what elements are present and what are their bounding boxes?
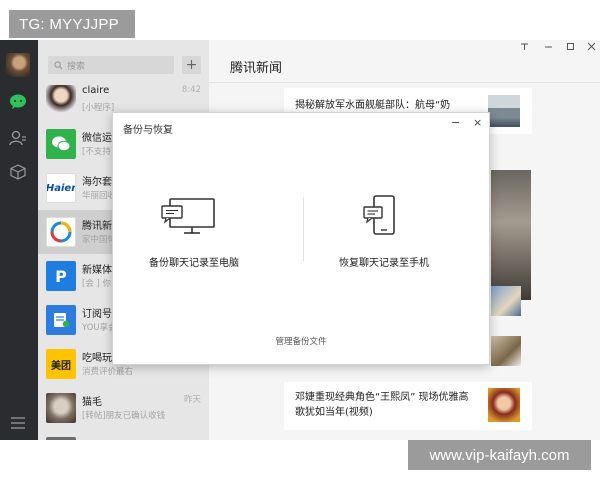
news-card[interactable]: 邓婕重现经典角色“王熙凤” 现场优雅高歌犹如当年(视频) xyxy=(284,382,532,430)
menu-icon[interactable] xyxy=(8,413,28,433)
new-media-avatar: P xyxy=(46,261,76,291)
chat-preview: 消费评价最右 xyxy=(82,367,134,377)
meituan-logo: 美团 xyxy=(46,349,76,379)
add-chat-button[interactable]: + xyxy=(182,56,201,74)
conversation-title: 腾讯新闻 xyxy=(230,61,283,76)
left-nav-bar xyxy=(0,40,38,440)
chat-preview: [转帖]朋友已确认收钱 xyxy=(82,411,166,421)
avatar xyxy=(46,437,76,440)
search-input[interactable]: 搜索 xyxy=(48,56,174,74)
manage-backup-files-link[interactable]: 管理备份文件 xyxy=(113,335,489,347)
minimize-icon[interactable] xyxy=(541,42,555,54)
chat-time: 8:42 xyxy=(181,85,201,95)
contacts-icon[interactable] xyxy=(8,128,28,148)
news-title: 邓婕重现经典角色“王熙凤” 现场优雅高歌犹如当年(视频) xyxy=(295,392,469,418)
news-thumbnail xyxy=(488,95,520,127)
chat-item-cat[interactable]: 猫毛 [转帖]朋友已确认收钱 昨天 xyxy=(38,386,209,430)
favorites-cube-icon[interactable] xyxy=(8,162,28,182)
dialog-minimize-button[interactable]: − xyxy=(451,116,460,129)
user-avatar[interactable] xyxy=(6,53,30,77)
watermark-top: TG: MYYJJPP xyxy=(9,10,135,38)
chat-item-partial[interactable] xyxy=(38,430,209,440)
tencent-news-avatar xyxy=(46,217,76,247)
news-thumbnail xyxy=(491,336,521,366)
chat-icon[interactable] xyxy=(8,92,28,112)
new-media-logo-text: P xyxy=(55,266,67,286)
dialog-title: 备份与恢复 xyxy=(123,125,173,136)
backup-restore-dialog: 备份与恢复 − × 备份聊天记录至电脑 恢复聊天记录至手机 管理备份文件 xyxy=(112,112,490,365)
chat-name: 猫毛 xyxy=(82,397,102,408)
header-divider xyxy=(209,82,600,83)
computer-backup-icon[interactable] xyxy=(160,197,218,241)
tencent-news-logo-icon xyxy=(50,221,72,243)
pin-icon[interactable] xyxy=(517,42,531,54)
wechat-sport-avatar xyxy=(46,129,76,159)
backup-to-computer-button[interactable]: 备份聊天记录至电脑 xyxy=(149,254,239,269)
haier-logo-text: Haier xyxy=(46,182,76,194)
haier-logo: Haier xyxy=(46,173,76,203)
search-placeholder: 搜索 xyxy=(67,61,86,72)
news-thumbnail xyxy=(488,388,520,422)
news-image xyxy=(491,170,531,300)
subscription-avatar xyxy=(46,305,76,335)
watermark-bottom: www.vip-kaifayh.com xyxy=(408,440,591,470)
wechat-window: 搜索 + claire [小程序] 8:42 微信运动 [不支持] Haier … xyxy=(0,40,600,440)
subscription-icon xyxy=(54,313,70,328)
wechat-logo-icon xyxy=(52,136,71,152)
close-icon[interactable] xyxy=(584,42,598,54)
news-thumbnail xyxy=(491,286,521,316)
cat-avatar xyxy=(46,393,76,423)
dialog-close-button[interactable]: × xyxy=(473,116,482,129)
chat-time: 昨天 xyxy=(183,395,201,405)
restore-to-phone-button[interactable]: 恢复聊天记录至手机 xyxy=(339,254,429,269)
dialog-divider xyxy=(303,197,304,261)
maximize-icon[interactable] xyxy=(563,42,577,54)
phone-restore-icon[interactable] xyxy=(362,195,402,241)
chat-name: claire xyxy=(82,85,110,96)
meituan-logo-text: 美团 xyxy=(51,360,71,372)
search-icon xyxy=(54,60,63,69)
avatar xyxy=(46,85,76,115)
